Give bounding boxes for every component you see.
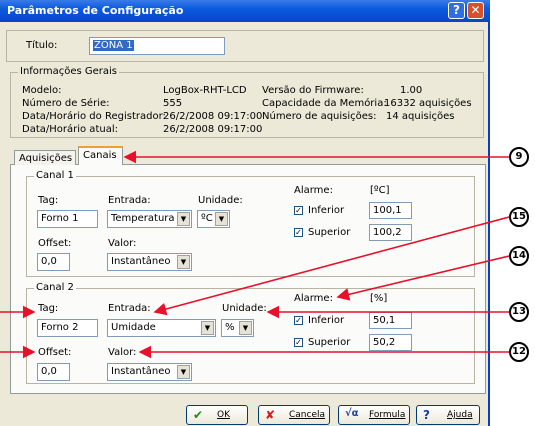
callout-9: 9 [509, 147, 529, 167]
arrow-14 [336, 255, 510, 301]
callout-14: 14 [509, 246, 529, 266]
annotation-arrows [0, 150, 510, 359]
callout-15: 15 [509, 207, 529, 227]
callout-13: 13 [509, 302, 529, 322]
arrow-15 [153, 216, 510, 316]
callout-12: 12 [509, 342, 529, 362]
